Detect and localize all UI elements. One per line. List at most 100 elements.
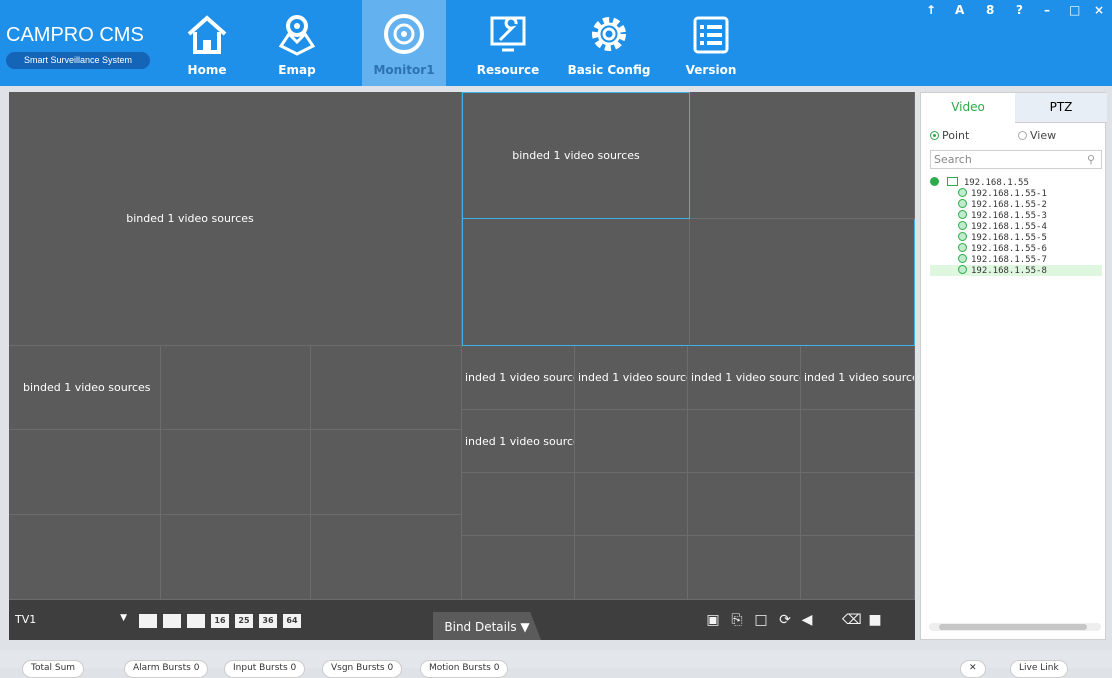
copy-icon[interactable]: ⎘ bbox=[728, 612, 746, 628]
nav-version[interactable]: Version bbox=[680, 0, 742, 86]
layout-9-button[interactable] bbox=[187, 614, 205, 628]
layout-1-button[interactable] bbox=[139, 614, 157, 628]
wall-cell[interactable]: inded 1 video source bbox=[801, 346, 915, 410]
camera-icon bbox=[958, 188, 967, 197]
tree-channel[interactable]: 192.168.1.55-7 bbox=[930, 254, 1102, 265]
search-placeholder: Search bbox=[934, 153, 972, 166]
minimize-button[interactable]: – bbox=[1044, 3, 1050, 17]
stop-icon[interactable]: ■ bbox=[866, 612, 884, 628]
radio-view[interactable]: View bbox=[1018, 129, 1056, 142]
wall-cell[interactable]: binded 1 video sources bbox=[9, 346, 161, 430]
wall-cell[interactable] bbox=[9, 515, 161, 600]
tab-ptz[interactable]: PTZ bbox=[1015, 93, 1107, 123]
tree-channel[interactable]: 192.168.1.55-6 bbox=[930, 243, 1102, 254]
snapshot-icon[interactable]: ▣ bbox=[704, 612, 722, 628]
video-wall: binded 1 video sources binded 1 video so… bbox=[9, 92, 915, 600]
tree-channel[interactable]: 192.168.1.55-2 bbox=[930, 199, 1102, 210]
search-icon[interactable]: ⚲ bbox=[1087, 151, 1095, 168]
motion-bursts-pill[interactable]: Motion Bursts 0 bbox=[420, 660, 509, 678]
wall-cell[interactable]: inded 1 video source bbox=[688, 346, 801, 410]
refresh-icon[interactable]: ⟳ bbox=[776, 612, 794, 628]
input-bursts-pill[interactable]: Input Bursts 0 bbox=[224, 660, 306, 678]
wall-cell[interactable] bbox=[311, 515, 462, 600]
nav-home[interactable]: Home bbox=[178, 0, 236, 86]
resource-panel: Video PTZ Point View Search ⚲ 192.168.1.… bbox=[920, 92, 1107, 640]
wall-cell[interactable] bbox=[575, 473, 688, 536]
wall-cell[interactable] bbox=[801, 536, 915, 600]
radio-label: Point bbox=[942, 129, 970, 142]
wall-cell-selected[interactable]: binded 1 video sources bbox=[462, 92, 690, 219]
app-title: CAMPRO CMS bbox=[6, 24, 144, 46]
wall-cell[interactable] bbox=[311, 346, 462, 430]
nav-emap[interactable]: Emap bbox=[268, 0, 326, 86]
save-icon[interactable]: □ bbox=[752, 612, 770, 628]
help-icon[interactable]: ? bbox=[1016, 3, 1023, 17]
collapse-icon[interactable] bbox=[930, 177, 939, 186]
bind-details-button[interactable]: Bind Details ▼ bbox=[433, 612, 541, 640]
wall-cell[interactable] bbox=[690, 92, 915, 219]
nav-label: Emap bbox=[278, 63, 316, 77]
layout-4-button[interactable] bbox=[163, 614, 181, 628]
tree-channel[interactable]: 192.168.1.55-3 bbox=[930, 210, 1102, 221]
maximize-button[interactable]: □ bbox=[1069, 3, 1080, 17]
horizontal-scrollbar[interactable] bbox=[929, 623, 1101, 631]
search-input[interactable]: Search ⚲ bbox=[930, 150, 1102, 169]
radio-point[interactable]: Point bbox=[930, 129, 969, 142]
wall-cell[interactable] bbox=[688, 473, 801, 536]
live-link-pill[interactable]: Live Link bbox=[1010, 660, 1068, 678]
nav-monitor1[interactable]: Monitor1 bbox=[362, 0, 446, 86]
delete-icon[interactable]: ⌫ bbox=[842, 612, 862, 628]
wall-cell[interactable] bbox=[801, 410, 915, 473]
wall-cell[interactable] bbox=[575, 410, 688, 473]
map-icon bbox=[278, 15, 316, 56]
tree-channel[interactable]: 192.168.1.55-8 bbox=[930, 265, 1102, 276]
cell-label: inded 1 video source bbox=[465, 434, 575, 448]
layout-36-button[interactable]: 36 bbox=[259, 614, 277, 628]
wall-cell[interactable] bbox=[801, 473, 915, 536]
layout-16-button[interactable]: 16 bbox=[211, 614, 229, 628]
wall-cell-large[interactable]: binded 1 video sources bbox=[9, 92, 462, 346]
wall-cell[interactable] bbox=[690, 219, 915, 346]
wall-cell[interactable] bbox=[688, 410, 801, 473]
wall-cell[interactable]: inded 1 video source bbox=[462, 346, 575, 410]
tv-select[interactable]: TV1 ▼ bbox=[15, 613, 133, 629]
tree-channel[interactable]: 192.168.1.55-4 bbox=[930, 221, 1102, 232]
wall-cell[interactable] bbox=[462, 219, 690, 346]
vsgn-bursts-pill[interactable]: Vsgn Bursts 0 bbox=[322, 660, 403, 678]
nav-resource[interactable]: Resource bbox=[475, 0, 541, 86]
wall-cell[interactable] bbox=[688, 536, 801, 600]
wrench-icon bbox=[490, 16, 526, 52]
wall-cell[interactable]: inded 1 video source bbox=[575, 346, 688, 410]
cell-label: inded 1 video source bbox=[578, 371, 688, 384]
tree-root[interactable]: 192.168.1.55 bbox=[930, 177, 1102, 188]
back-icon[interactable]: ◀ bbox=[798, 612, 816, 628]
user-icon[interactable]: A bbox=[955, 3, 964, 17]
tree-channel[interactable]: 192.168.1.55-5 bbox=[930, 232, 1102, 243]
wall-cell[interactable] bbox=[575, 536, 688, 600]
tree-channel[interactable]: 192.168.1.55-1 bbox=[930, 188, 1102, 199]
wall-cell[interactable] bbox=[462, 536, 575, 600]
layout-64-button[interactable]: 64 bbox=[283, 614, 301, 628]
close-button[interactable]: × bbox=[1094, 3, 1104, 17]
scrollbar-thumb[interactable] bbox=[939, 624, 1087, 630]
wall-cell[interactable]: inded 1 video source bbox=[462, 410, 575, 473]
wall-cell[interactable] bbox=[9, 430, 161, 515]
close-icon[interactable]: ✕ bbox=[960, 660, 986, 678]
nav-basic-config[interactable]: Basic Config bbox=[566, 0, 652, 86]
cell-label: binded 1 video sources bbox=[126, 212, 254, 225]
wall-cell[interactable] bbox=[161, 430, 311, 515]
lock-icon[interactable]: 8 bbox=[986, 3, 994, 17]
wall-cell[interactable] bbox=[161, 515, 311, 600]
pin-icon[interactable]: ↑ bbox=[926, 3, 936, 17]
wall-cell[interactable] bbox=[161, 346, 311, 430]
alarm-bursts-pill[interactable]: Alarm Bursts 0 bbox=[124, 660, 209, 678]
tab-video[interactable]: Video bbox=[921, 93, 1015, 123]
total-sum-pill[interactable]: Total Sum bbox=[22, 660, 85, 678]
cell-label: inded 1 video source bbox=[465, 371, 575, 384]
cell-label: binded 1 video sources bbox=[512, 149, 640, 162]
channel-list: 192.168.1.55-1 192.168.1.55-2 192.168.1.55… bbox=[930, 188, 1102, 276]
wall-cell[interactable] bbox=[462, 473, 575, 536]
layout-25-button[interactable]: 25 bbox=[235, 614, 253, 628]
status-bar: Total Sum Alarm Bursts 0 Input Bursts 0 … bbox=[0, 650, 1112, 678]
wall-cell[interactable] bbox=[311, 430, 462, 515]
